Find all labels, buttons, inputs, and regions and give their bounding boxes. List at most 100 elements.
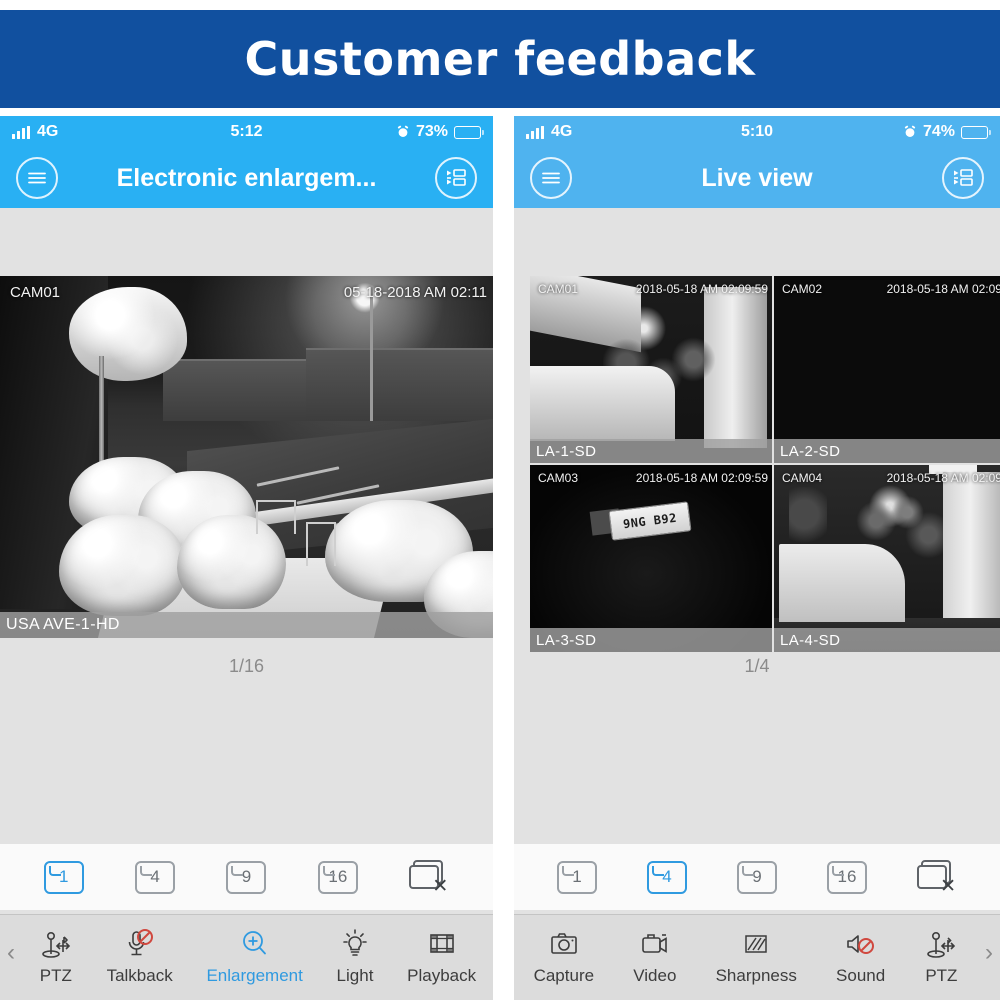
hamburger-menu-icon[interactable] (16, 157, 58, 199)
camera-timestamp: 2018-05-18 AM 02:09:59 (635, 282, 768, 296)
single-camera-view[interactable]: CAM01 05-18-2018 AM 02:11 USA AVE-1-HD (0, 276, 493, 638)
status-left-group: 4G (12, 123, 58, 141)
page-title: Electronic enlargem... (116, 163, 377, 192)
page-title: Live view (701, 163, 813, 192)
toolbar-label-enlargement: Enlargement (206, 966, 303, 985)
layout-button-9[interactable]: 9 (226, 860, 267, 894)
status-left-group: 4G (526, 123, 572, 141)
camera-feed-image (774, 276, 1000, 463)
channel-name-bar: LA-3-SD (530, 628, 772, 652)
page-indicator: 1/4 (744, 656, 770, 676)
camera-cell-3[interactable]: 9NG B92 CAM03 2018-05-18 AM 02:09:59 LA-… (530, 465, 772, 652)
camera-icon (547, 929, 581, 961)
video-area-left: CAM01 05-18-2018 AM 02:11 USA AVE-1-HD 1… (0, 208, 493, 910)
customer-feedback-banner: Customer feedback (0, 10, 1000, 108)
device-list-icon[interactable] (435, 157, 477, 199)
quad-camera-grid: CAM01 2018-05-18 AM 02:09:59 LA-1-SD CAM… (530, 276, 1000, 652)
page-indicator: 1/16 (228, 656, 265, 676)
layout-selector-right: 1 4 9 16 ✕ (514, 844, 1000, 910)
toolbar-item-sound[interactable]: Sound (836, 929, 885, 986)
ptz-joystick-icon (39, 929, 73, 961)
camera-feed-image (0, 276, 493, 638)
toolbar-label-capture: Capture (533, 966, 595, 985)
toolbar-item-video[interactable]: Video (633, 929, 676, 986)
signal-bars-icon (526, 125, 544, 139)
layout-button-16[interactable]: 16 (317, 860, 358, 894)
ptz-joystick-icon (924, 929, 958, 961)
video-camera-icon (638, 929, 672, 961)
camera-timestamp: 2018-05-18 AM 02:09:5 (886, 282, 1000, 296)
camera-timestamp: 2018-05-18 AM 02:09:59 (635, 471, 768, 485)
toolbar-item-capture[interactable]: Capture (534, 929, 594, 986)
screenshots-stage: 4G 5:12 73% Electronic enlargem... CAM01… (0, 116, 1000, 1000)
status-right-group: 73% (396, 123, 484, 141)
camera-cell-1[interactable]: CAM01 2018-05-18 AM 02:09:59 LA-1-SD (530, 276, 772, 463)
toolbar-label-sharpness: Sharpness (715, 966, 797, 985)
zoom-in-icon (238, 929, 272, 961)
toolbar-item-sharpness[interactable]: Sharpness (716, 929, 797, 986)
phone-screenshot-left: 4G 5:12 73% Electronic enlargem... CAM01… (0, 116, 493, 1000)
sharpness-icon (739, 929, 773, 961)
toolbar-item-talkback[interactable]: Talkback (107, 929, 173, 986)
phone-screenshot-right: 4G 5:10 74% Live view CAM01 2018-05-18 A… (514, 116, 1000, 1000)
film-strip-icon (425, 929, 459, 961)
toolbar-label-ptz: PTZ (925, 966, 958, 985)
channel-name-bar: LA-4-SD (774, 628, 1000, 652)
battery-percent: 73% (415, 123, 448, 140)
layout-button-1[interactable]: 1 (557, 860, 597, 894)
toolbar-label-playback: Playback (407, 966, 477, 985)
battery-icon (454, 125, 484, 139)
status-bar-left: 4G 5:12 73% (0, 116, 493, 148)
status-bar-right: 4G 5:10 74% (514, 116, 1000, 148)
toolbar-item-enlargement[interactable]: Enlargement (206, 929, 303, 986)
video-area-right: CAM01 2018-05-18 AM 02:09:59 LA-1-SD CAM… (514, 208, 1000, 910)
toolbar-item-light[interactable]: Light (336, 929, 374, 986)
camera-cell-4[interactable]: CAM04 2018-05-18 AM 02:09:5 LA-4-SD (774, 465, 1000, 652)
license-plate-text: 9NG B92 (608, 501, 692, 541)
microphone-off-icon (123, 929, 157, 961)
camera-feed-image (530, 276, 772, 463)
camera-label: CAM01 (10, 284, 61, 301)
camera-feed-image: 9NG B92 (530, 465, 772, 652)
toolbar-item-ptz[interactable]: PTZ (924, 929, 958, 986)
close-windows-icon[interactable]: ✕ (917, 860, 957, 896)
hamburger-menu-icon[interactable] (530, 157, 572, 199)
network-label: 4G (37, 123, 59, 140)
close-windows-icon[interactable]: ✕ (409, 860, 449, 896)
camera-label: CAM01 (538, 282, 579, 296)
camera-label: CAM03 (538, 471, 579, 485)
camera-timestamp: 05-18-2018 AM 02:11 (343, 284, 487, 301)
camera-cell-2[interactable]: CAM02 2018-05-18 AM 02:09:5 LA-2-SD (774, 276, 1000, 463)
toolbar-prev-arrow[interactable]: ‹ (0, 939, 22, 977)
camera-feed-image (774, 465, 1000, 652)
panel-divider (493, 116, 514, 1000)
layout-button-1[interactable]: 1 (43, 860, 84, 894)
status-right-group: 74% (903, 123, 991, 141)
toolbar-item-ptz[interactable]: PTZ (39, 929, 73, 986)
channel-name-bar: LA-2-SD (774, 439, 1000, 463)
nav-bar-left: Electronic enlargem... (0, 148, 493, 208)
signal-bars-icon (12, 125, 30, 139)
nav-bar-right: Live view (514, 148, 1000, 208)
device-list-icon[interactable] (942, 157, 984, 199)
toolbar-label-video: Video (633, 966, 677, 985)
speaker-off-icon (844, 929, 878, 961)
battery-percent: 74% (922, 123, 955, 140)
toolbar-label-light: Light (336, 966, 374, 985)
light-bulb-icon (338, 929, 372, 961)
layout-button-4[interactable]: 4 (135, 860, 176, 894)
network-label: 4G (551, 123, 573, 140)
alarm-clock-icon (903, 125, 917, 139)
toolbar-next-arrow[interactable]: › (978, 939, 1000, 977)
layout-button-9[interactable]: 9 (737, 860, 777, 894)
layout-selector-left: 1 4 9 16 ✕ (0, 844, 493, 910)
battery-icon (961, 125, 991, 139)
camera-timestamp: 2018-05-18 AM 02:09:5 (886, 471, 1000, 485)
bottom-toolbar-right: Capture Video Sharpness Sound PTZ › (514, 914, 1000, 1000)
camera-label: CAM02 (782, 282, 823, 296)
layout-button-4[interactable]: 4 (647, 860, 687, 894)
toolbar-item-playback[interactable]: Playback (407, 929, 476, 986)
banner-title: Customer feedback (244, 32, 756, 86)
layout-button-16[interactable]: 16 (827, 860, 867, 894)
alarm-clock-icon (396, 125, 410, 139)
